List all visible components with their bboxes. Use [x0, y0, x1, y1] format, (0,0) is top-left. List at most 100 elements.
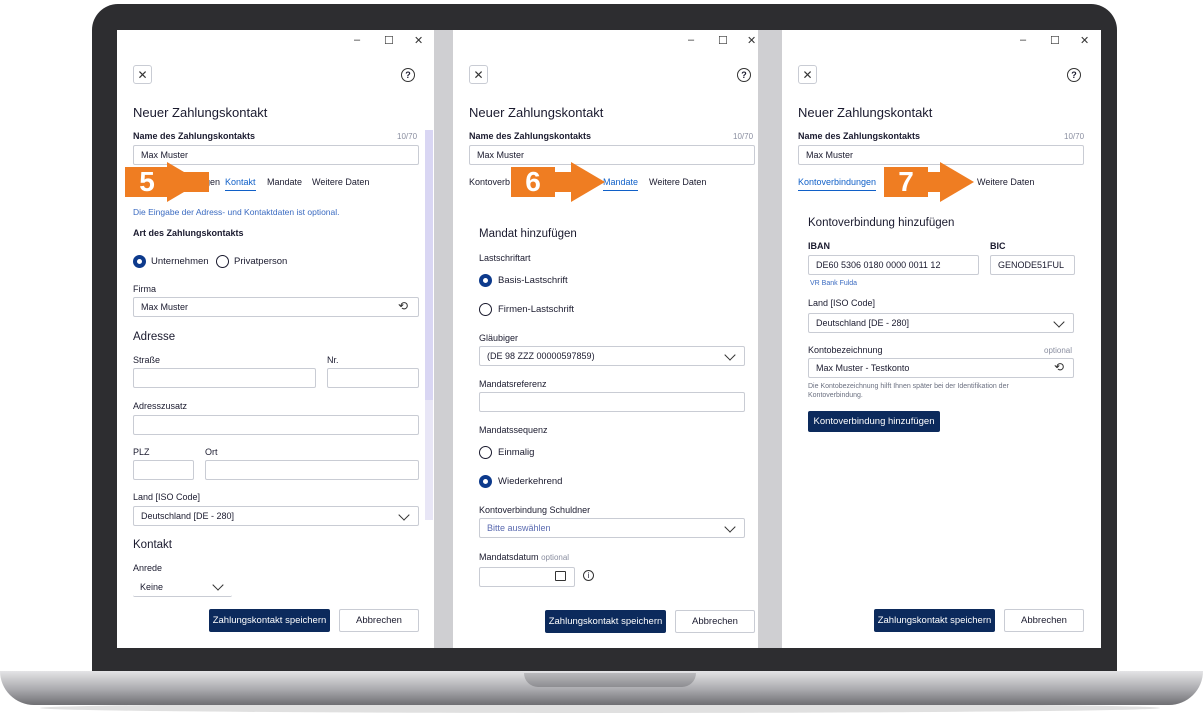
optional-info: Die Eingabe der Adress- und Kontaktdaten…: [133, 207, 340, 217]
sequence-label: Mandatssequenz: [479, 425, 548, 435]
salutation-label: Anrede: [133, 563, 163, 573]
save-button[interactable]: Zahlungskontakt speichern: [209, 609, 330, 632]
page-title: Neuer Zahlungskontakt: [469, 105, 604, 120]
close-icon[interactable]: ✕: [469, 65, 488, 84]
country-select[interactable]: Deutschland [DE - 280]: [808, 313, 1074, 333]
creditor-select[interactable]: (DE 98 ZZZ 00000597859): [479, 346, 745, 366]
dialog-kontoverbindungen: – ☐ ✕ ✕ ? Neuer Zahlungskontakt Name des…: [782, 30, 1101, 648]
minimize-icon[interactable]: –: [1020, 34, 1026, 46]
scrollbar-thumb[interactable]: [425, 130, 433, 400]
name-counter: 10/70: [1064, 132, 1085, 141]
country-label: Land [ISO Code]: [808, 298, 876, 308]
dialog-kontakt: – ☐ ✕ ✕ ? Neuer Zahlungskontakt Name des…: [117, 30, 434, 648]
close-icon[interactable]: ✕: [133, 65, 152, 84]
radio-firmen-lastschrift[interactable]: [479, 303, 492, 316]
close-icon[interactable]: ✕: [798, 65, 817, 84]
nr-label: Nr.: [327, 355, 339, 365]
account-desc-label: Kontobezeichnung: [808, 345, 883, 355]
plz-label: PLZ: [133, 447, 150, 457]
save-button[interactable]: Zahlungskontakt speichern: [874, 609, 995, 632]
bic-input[interactable]: GENODE51FUL: [990, 255, 1075, 275]
account-section-title: Kontoverbindung hinzufügen: [808, 217, 955, 229]
iban-input[interactable]: DE60 5306 0180 0000 0011 12: [808, 255, 979, 275]
save-button[interactable]: Zahlungskontakt speichern: [545, 610, 666, 633]
date-label: Mandatsdatum optional: [479, 552, 569, 562]
radio-basis-lastschrift[interactable]: [479, 274, 492, 287]
name-input[interactable]: Max Muster: [469, 145, 755, 165]
nr-input[interactable]: [327, 368, 419, 388]
debtor-account-select[interactable]: Bitte auswählen: [479, 518, 745, 538]
bic-label: BIC: [990, 241, 1006, 251]
radio-firmen-label: Firmen-Lastschrift: [498, 304, 575, 315]
tab-weitere-daten[interactable]: Weitere Daten: [977, 177, 1034, 187]
debit-type-label: Lastschriftart: [479, 253, 531, 263]
info-icon[interactable]: i: [583, 570, 594, 581]
cancel-button[interactable]: Abbrechen: [675, 610, 755, 633]
iban-label: IBAN: [808, 241, 830, 251]
ort-input[interactable]: [205, 460, 419, 480]
name-counter: 10/70: [733, 132, 754, 141]
minimize-icon[interactable]: –: [688, 34, 694, 46]
step-badge: 7: [884, 166, 928, 197]
help-icon[interactable]: ?: [1067, 68, 1081, 82]
radio-wiederkehrend[interactable]: [479, 475, 492, 488]
maximize-icon[interactable]: ☐: [384, 34, 394, 47]
addr-extra-label: Adresszusatz: [133, 401, 188, 411]
help-icon[interactable]: ?: [737, 68, 751, 82]
window-close-icon[interactable]: ✕: [747, 34, 756, 47]
step-badge: 6: [511, 166, 555, 197]
name-counter: 10/70: [397, 132, 418, 141]
creditor-label: Gläubiger: [479, 333, 519, 343]
window-close-icon[interactable]: ✕: [414, 34, 423, 47]
account-desc-optional: optional: [1044, 346, 1073, 355]
street-input[interactable]: [133, 368, 316, 388]
street-label: Straße: [133, 355, 161, 365]
radio-privatperson[interactable]: [216, 255, 229, 268]
account-desc-hint: Die Kontobezeichnung hilft Ihnen später …: [808, 383, 1009, 399]
maximize-icon[interactable]: ☐: [718, 34, 728, 47]
dialog-mandate: – ☐ ✕ ✕ ? Neuer Zahlungskontakt Name des…: [453, 30, 758, 648]
ort-label: Ort: [205, 447, 218, 457]
address-title: Adresse: [133, 331, 176, 343]
firma-input[interactable]: Max Muster: [133, 297, 419, 317]
laptop-screen: – ☐ ✕ ✕ ? Neuer Zahlungskontakt Name des…: [117, 30, 1101, 648]
maximize-icon[interactable]: ☐: [1050, 34, 1060, 47]
radio-wiederkehrend-label: Wiederkehrend: [498, 476, 563, 487]
calendar-icon[interactable]: [555, 571, 566, 581]
radio-unternehmen[interactable]: [133, 255, 146, 268]
tab-mandate[interactable]: Mandate: [267, 177, 302, 187]
radio-privatperson-label: Privatperson: [234, 256, 288, 267]
page-title: Neuer Zahlungskontakt: [798, 105, 933, 120]
reset-icon[interactable]: ⟲: [398, 299, 408, 313]
tab-kontoverbindungen[interactable]: Kontoverb: [469, 177, 510, 187]
plz-input[interactable]: [133, 460, 194, 480]
tab-weitere-daten[interactable]: Weitere Daten: [649, 177, 706, 187]
name-label: Name des Zahlungskontakts: [133, 131, 256, 141]
country-label: Land [ISO Code]: [133, 492, 201, 502]
tab-kontakt[interactable]: Kontakt: [225, 177, 256, 191]
step-badge: 5: [125, 166, 169, 197]
add-account-button[interactable]: Kontoverbindung hinzufügen: [808, 411, 940, 432]
radio-einmalig[interactable]: [479, 446, 492, 459]
tab-mandate[interactable]: Mandate: [603, 177, 639, 191]
contact-title: Kontakt: [133, 539, 172, 551]
salutation-select[interactable]: Keine: [133, 577, 232, 597]
tab-weitere-daten[interactable]: Weitere Daten: [312, 177, 369, 187]
cancel-button[interactable]: Abbrechen: [339, 609, 419, 632]
radio-unternehmen-label: Unternehmen: [151, 256, 209, 267]
account-desc-input[interactable]: Max Muster - Testkonto: [808, 358, 1074, 378]
step-arrow-shaft: [553, 172, 573, 192]
addr-extra-input[interactable]: [133, 415, 419, 435]
window-close-icon[interactable]: ✕: [1080, 34, 1089, 47]
date-label-text: Mandatsdatum: [479, 552, 539, 562]
firma-label: Firma: [133, 284, 156, 294]
laptop-notch: [524, 673, 696, 687]
reset-icon[interactable]: ⟲: [1054, 360, 1064, 374]
cancel-button[interactable]: Abbrechen: [1004, 609, 1084, 632]
date-optional: optional: [541, 553, 570, 562]
country-select[interactable]: Deutschland [DE - 280]: [133, 506, 419, 526]
tab-kontoverbindungen[interactable]: Kontoverbindungen: [798, 177, 877, 191]
reference-input[interactable]: [479, 392, 745, 412]
minimize-icon[interactable]: –: [354, 34, 360, 46]
help-icon[interactable]: ?: [401, 68, 415, 82]
